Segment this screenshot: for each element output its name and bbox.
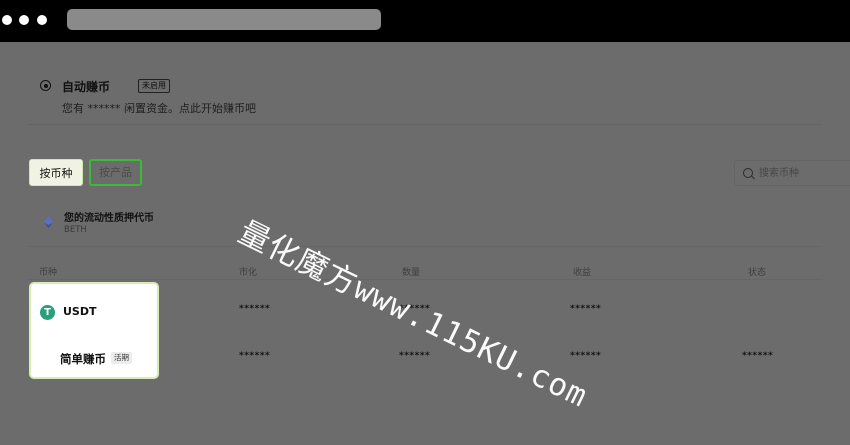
column-header-status: 状态 bbox=[748, 268, 767, 278]
target-icon bbox=[40, 80, 51, 91]
product-term-tag: 活期 bbox=[111, 352, 132, 364]
row-value: ****** bbox=[399, 351, 431, 361]
liquid-staking-title: 您的流动性质押代币 bbox=[64, 213, 154, 224]
window-close-control[interactable] bbox=[2, 15, 12, 25]
column-header-amount: 数量 bbox=[402, 268, 421, 278]
search-icon bbox=[743, 168, 753, 178]
product-name: 简单赚币 bbox=[60, 352, 106, 366]
row-value: ****** bbox=[239, 351, 271, 361]
row-value: ****** bbox=[239, 304, 271, 314]
tab-by-coin[interactable]: 按币种 bbox=[29, 159, 83, 186]
divider bbox=[28, 279, 822, 280]
search-input[interactable] bbox=[759, 161, 847, 185]
row-status: ****** bbox=[742, 351, 774, 361]
liquid-staking-card[interactable]: 您的流动性质押代币 BETH bbox=[28, 198, 822, 246]
auto-earn-description: 您有 ****** 闲置资金。点此开始赚币吧 bbox=[62, 102, 256, 115]
divider bbox=[28, 124, 822, 125]
coin-search[interactable] bbox=[734, 160, 850, 186]
column-header-coin: 币种 bbox=[39, 268, 58, 278]
auto-earn-title: 自动赚币 bbox=[62, 80, 111, 94]
liquid-staking-symbol: BETH bbox=[64, 225, 87, 235]
tab-by-product[interactable]: 按产品 bbox=[89, 159, 142, 186]
browser-titlebar bbox=[0, 0, 850, 42]
coin-highlight-card[interactable]: T USDT 简单赚币 活期 bbox=[29, 282, 159, 379]
address-bar[interactable] bbox=[67, 9, 381, 30]
tether-icon: T bbox=[40, 305, 55, 320]
divider bbox=[28, 246, 822, 247]
window-maximize-control[interactable] bbox=[37, 15, 47, 25]
column-header-earnings: 收益 bbox=[573, 268, 592, 278]
auto-earn-status-badge: 未启用 bbox=[138, 79, 170, 93]
ethereum-icon bbox=[44, 216, 53, 228]
window-minimize-control[interactable] bbox=[19, 15, 29, 25]
row-value: ****** bbox=[570, 304, 602, 314]
row-value: ****** bbox=[570, 351, 602, 361]
coin-name: USDT bbox=[63, 305, 97, 318]
column-header-market: 市化 bbox=[239, 268, 258, 278]
auto-earn-banner[interactable]: 自动赚币 未启用 您有 ****** 闲置资金。点此开始赚币吧 bbox=[28, 70, 822, 124]
earn-page: 自动赚币 未启用 您有 ****** 闲置资金。点此开始赚币吧 按币种 按产品 … bbox=[0, 42, 850, 445]
